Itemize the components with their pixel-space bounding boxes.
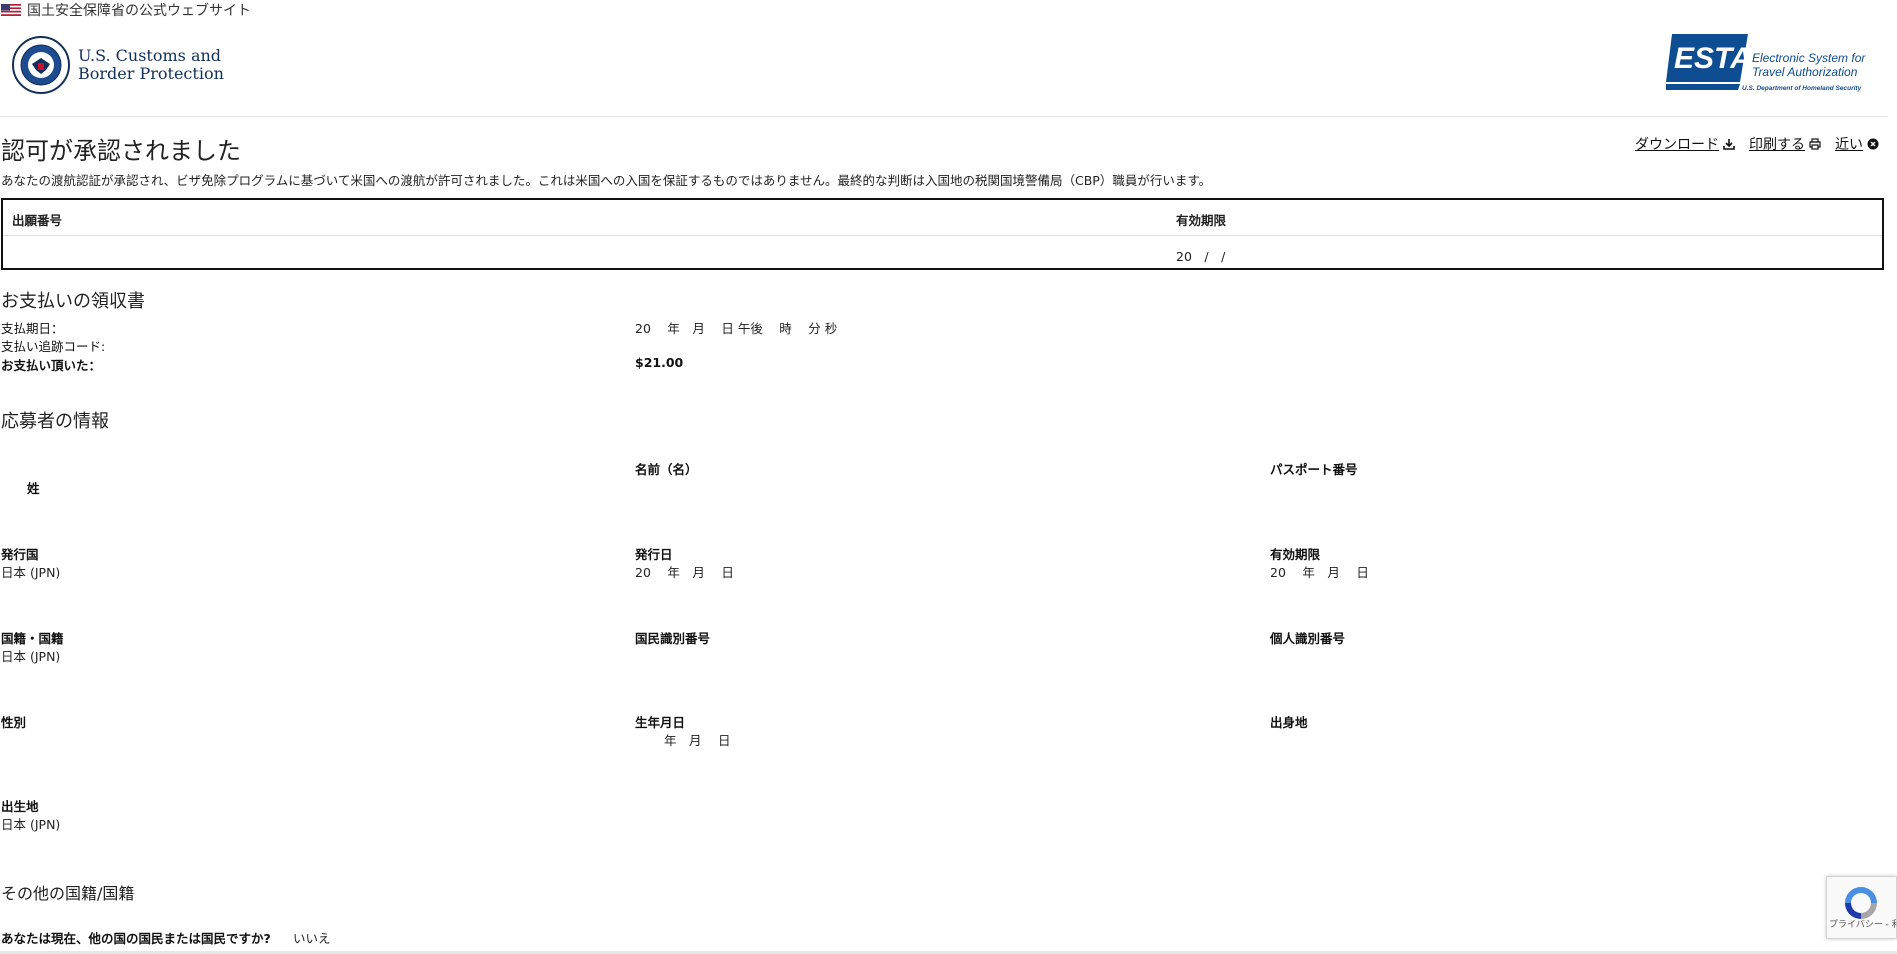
esta-logo-text: ESTA (1674, 42, 1752, 75)
download-icon (1723, 139, 1735, 150)
given-name-label: 名前（名） (635, 462, 698, 477)
issue-date-label: 発行日 (635, 547, 673, 562)
esta-line3: U.S. Department of Homeland Security (1742, 85, 1862, 92)
application-summary-table: 出願番号 有効期限 20 / / (1, 198, 1884, 270)
payment-tracking-label: 支払い追跡コード: (1, 339, 106, 354)
expiry-value: 20 / / (1176, 249, 1226, 264)
birth-country-label: 出生地 (1, 799, 39, 814)
print-label: 印刷する (1749, 137, 1805, 153)
issue-date-value: 20 年 月 日 (635, 565, 734, 580)
personal-id-label: 個人識別番号 (1270, 631, 1346, 646)
cbp-wordmark: U.S. Customs and Border Protection (78, 47, 224, 83)
esta-line2: Travel Authorization (1752, 65, 1858, 79)
recaptcha-privacy-terms[interactable]: プライバシー - 利用規約 (1829, 921, 1897, 930)
printer-icon (1809, 138, 1821, 150)
other-citizenship-heading: その他の国籍/国籍 (1, 884, 135, 903)
payment-amount-label: お支払い頂いた： (1, 358, 102, 373)
other-citizenship-question: あなたは現在、他の国の国民または国民ですか? (1, 931, 271, 946)
cbp-line2: Border Protection (78, 64, 224, 83)
table-header: 出願番号 有効期限 (3, 200, 1882, 236)
esta-logo[interactable]: ESTA Electronic System for Travel Author… (1666, 32, 1876, 98)
esta-line1: Electronic System for (1752, 51, 1866, 65)
expiry-header: 有効期限 (1176, 213, 1227, 228)
page-title: 認可が承認されました (1, 137, 241, 165)
table-row: 20 / / (3, 236, 1882, 271)
payment-date-value: 20 年 月 日 午後 時 分 秒 (635, 321, 838, 336)
passport-expiry-value: 20 年 月 日 (1270, 565, 1369, 580)
issuing-country-value: 日本 (JPN) (1, 565, 61, 580)
passport-expiry-label: 有効期限 (1270, 547, 1321, 562)
birth-date-label: 生年月日 (635, 715, 686, 730)
payment-receipt-heading: お支払いの領収書 (1, 291, 145, 312)
birth-country-value: 日本 (JPN) (1, 817, 61, 832)
birth-city-label: 出身地 (1270, 715, 1308, 730)
issuing-country-label: 発行国 (1, 547, 39, 562)
dhs-seal-icon (12, 36, 70, 94)
surname-label: 姓 (27, 481, 40, 496)
birth-date-value: 年 月 日 (664, 733, 731, 748)
recaptcha-badge[interactable]: プライバシー - 利用規約 (1826, 876, 1897, 939)
citizenship-value: 日本 (JPN) (1, 649, 61, 664)
download-link[interactable]: ダウンロード (1635, 134, 1735, 154)
passport-number-label: パスポート番号 (1270, 462, 1358, 477)
close-link[interactable]: 近い (1835, 134, 1879, 154)
close-label: 近い (1835, 137, 1863, 153)
page-actions: ダウンロード 印刷する 近い (1635, 134, 1879, 154)
recaptcha-icon (1845, 887, 1877, 919)
cbp-logo[interactable]: U.S. Customs and Border Protection (12, 36, 224, 94)
app-number-header: 出願番号 (12, 213, 63, 228)
payment-date-label: 支払期日： (1, 321, 64, 336)
gov-banner-text: 国土安全保障省の公式ウェブサイト (27, 3, 251, 19)
us-flag-icon (1, 4, 21, 16)
sex-label: 性別 (1, 715, 27, 730)
other-citizenship-answer: いいえ (293, 931, 331, 946)
payment-amount-value: $21.00 (635, 355, 684, 370)
citizenship-label: 国籍・国籍 (1, 631, 64, 646)
site-header: U.S. Customs and Border Protection ESTA … (0, 26, 1888, 117)
national-id-label: 国民識別番号 (635, 631, 711, 646)
print-link[interactable]: 印刷する (1749, 134, 1821, 154)
approval-intro: あなたの渡航認証が承認され、ビザ免除プログラムに基づいて米国への渡航が許可されま… (1, 173, 1212, 188)
applicant-info-heading: 応募者の情報 (1, 411, 109, 432)
cbp-line1: U.S. Customs and (78, 46, 222, 65)
close-circle-icon (1867, 138, 1879, 150)
download-label: ダウンロード (1635, 137, 1719, 153)
gov-banner: 国土安全保障省の公式ウェブサイト (1, 1, 251, 19)
